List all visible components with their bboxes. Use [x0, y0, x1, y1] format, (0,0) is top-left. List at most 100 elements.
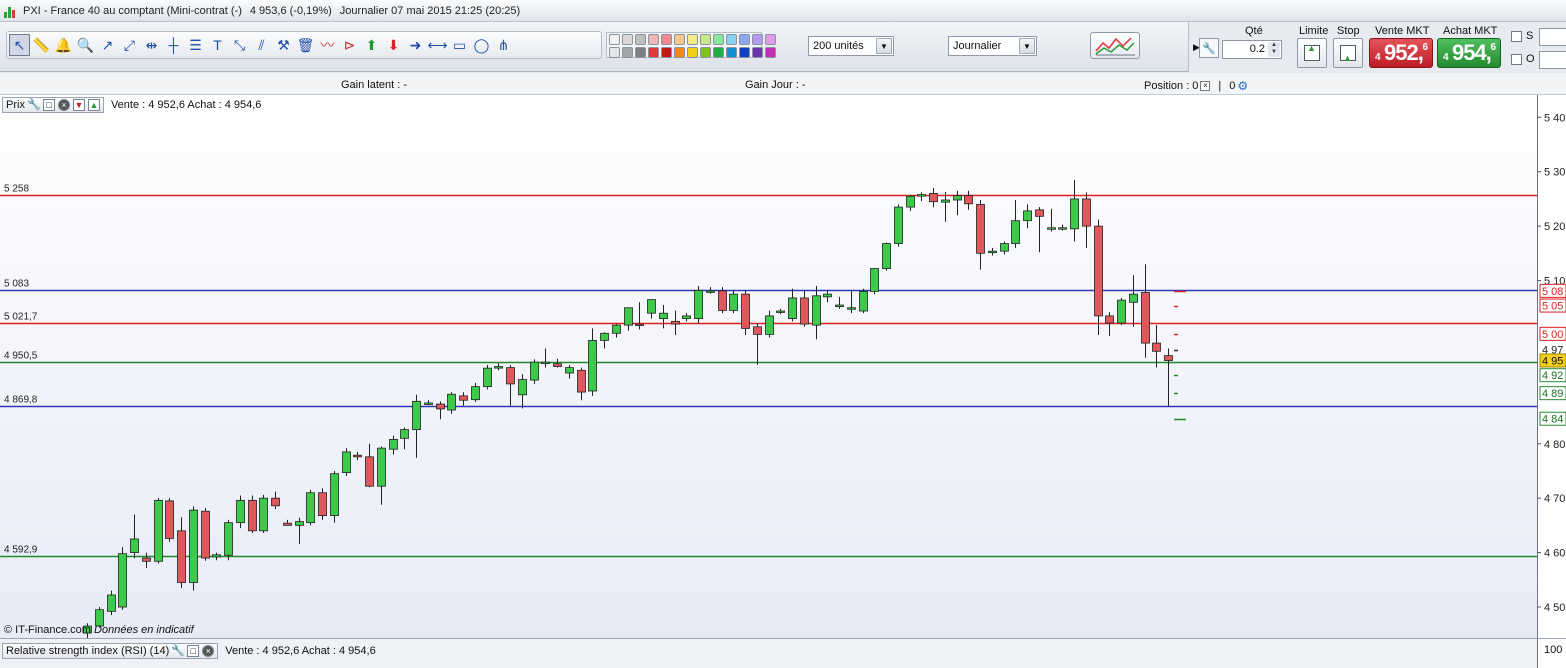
alarm-bell-icon[interactable]: 🔔	[53, 34, 74, 56]
candle-up	[765, 315, 774, 335]
color-swatch[interactable]	[648, 47, 659, 58]
axis-marker-label: 4 95	[1542, 356, 1563, 368]
close-icon[interactable]: ×	[202, 645, 215, 657]
candle-up	[424, 402, 433, 405]
trendline-icon[interactable]: ↗	[97, 34, 118, 56]
color-swatch[interactable]	[726, 34, 737, 45]
color-swatch[interactable]	[609, 34, 620, 45]
text-icon[interactable]: T	[207, 34, 228, 56]
color-swatch[interactable]	[661, 34, 672, 45]
rectangle-icon[interactable]: ▭	[449, 34, 470, 56]
o-checkbox[interactable]	[1511, 54, 1522, 65]
candle-up	[788, 297, 797, 320]
candle-down	[353, 454, 362, 458]
color-swatch[interactable]	[635, 34, 646, 45]
period-date: Journalier 07 mai 2015 21:25 (20:25)	[339, 4, 521, 17]
s-value-input[interactable]: 1	[1539, 28, 1566, 46]
gear-icon[interactable]: ⚙	[1237, 79, 1248, 93]
triangle-icon[interactable]: ⊳	[339, 34, 360, 56]
pitchfork-icon[interactable]: ⋔	[493, 34, 514, 56]
color-swatch[interactable]	[739, 47, 750, 58]
parallel-lines-icon[interactable]: ⫽	[251, 34, 272, 56]
qty-stepper[interactable]: ▲ ▼	[1268, 42, 1280, 57]
maximize-icon[interactable]: □	[187, 645, 200, 657]
arrow-up-icon[interactable]: ⬆	[361, 34, 382, 56]
channel-icon[interactable]: ⤡	[229, 34, 250, 56]
candle-down	[1082, 198, 1091, 227]
vertical-line-icon[interactable]: ┼	[163, 34, 184, 56]
candle-down	[800, 297, 809, 325]
color-swatch[interactable]	[635, 47, 646, 58]
cursor-icon[interactable]: ↖	[9, 34, 30, 56]
candle-up	[823, 293, 832, 298]
candle-down	[1152, 342, 1161, 352]
fibonacci-icon[interactable]: ☰	[185, 34, 206, 56]
color-swatch[interactable]	[752, 34, 763, 45]
color-swatch[interactable]	[752, 47, 763, 58]
color-swatch[interactable]	[713, 34, 724, 45]
color-swatch[interactable]	[687, 34, 698, 45]
color-swatch[interactable]	[713, 47, 724, 58]
chart-settings-button[interactable]	[1090, 32, 1140, 59]
trash-icon[interactable]: 🗑	[295, 34, 316, 56]
wrench-icon[interactable]: 🔧	[27, 99, 41, 111]
sell-market-button[interactable]: 4 952, 6	[1369, 38, 1433, 68]
maximize-icon[interactable]: □	[42, 99, 55, 111]
close-icon[interactable]: ×	[57, 99, 70, 111]
app-chart-icon	[4, 4, 18, 18]
color-swatch[interactable]	[609, 47, 620, 58]
color-swatch[interactable]	[700, 34, 711, 45]
arrow-down-icon[interactable]: ⬇	[383, 34, 404, 56]
period-select[interactable]: Journalier ▼	[948, 36, 1037, 56]
candle-down	[165, 500, 174, 539]
color-swatch[interactable]	[700, 47, 711, 58]
color-swatch[interactable]	[726, 47, 737, 58]
candle-up	[295, 521, 304, 526]
limit-order-button[interactable]: ▲	[1297, 38, 1327, 68]
color-swatch[interactable]	[739, 34, 750, 45]
ellipse-icon[interactable]: ◯	[471, 34, 492, 56]
range-icon[interactable]: ⟷	[427, 34, 448, 56]
color-swatch[interactable]	[622, 47, 633, 58]
candle-up	[212, 554, 221, 558]
arrow-right-icon[interactable]: ➜	[405, 34, 426, 56]
ruler-icon[interactable]: 📏	[31, 34, 52, 56]
chevron-down-icon[interactable]: ▼	[876, 38, 892, 54]
horizontal-line-icon[interactable]: ⇹	[141, 34, 162, 56]
gain-latent: Gain latent : -	[341, 79, 408, 91]
color-swatch[interactable]	[648, 34, 659, 45]
color-swatch[interactable]	[622, 34, 633, 45]
chevron-down-icon[interactable]: ▼	[1019, 38, 1035, 54]
color-swatch[interactable]	[765, 47, 776, 58]
candle-up	[1011, 220, 1020, 244]
tools-icon[interactable]: ⚒	[273, 34, 294, 56]
units-select[interactable]: 200 unités ▼	[808, 36, 894, 56]
wave-icon[interactable]: 〰	[317, 34, 338, 56]
move-down-icon[interactable]: ▼	[72, 99, 85, 111]
color-swatch[interactable]	[687, 47, 698, 58]
zoom-icon[interactable]: 🔍	[75, 34, 96, 56]
color-swatch[interactable]	[765, 34, 776, 45]
buy-market-button[interactable]: 4 954, 6	[1437, 38, 1501, 68]
color-swatch[interactable]	[674, 47, 685, 58]
candle-down	[635, 323, 644, 326]
close-position-icon[interactable]: ×	[1200, 81, 1211, 91]
wrench-icon[interactable]: 🔧	[1199, 38, 1219, 58]
chart-type-icon	[1095, 37, 1135, 56]
stop-order-button[interactable]: ▲	[1333, 38, 1363, 68]
wrench-icon[interactable]: 🔧	[171, 645, 185, 657]
candlestick-chart[interactable]: 5 405 305 205 104 804 704 604 505 2585 0…	[0, 95, 1566, 638]
color-swatch[interactable]	[674, 34, 685, 45]
price-chart[interactable]: 5 40 5 30 5 20 5 10 4 80 4 70 4 60 4 50 5 258 5 0…	[0, 95, 1566, 638]
level-label: 4 592,9	[4, 545, 38, 556]
price-panel-quote: Vente : 4 952,6 Achat : 4 954,6	[110, 99, 262, 111]
o-value-input[interactable]: 1	[1539, 51, 1566, 69]
ray-icon[interactable]: ⤢	[119, 34, 140, 56]
move-up-icon[interactable]: ▲	[87, 99, 100, 111]
qty-input[interactable]: 0.2 ▲ ▼	[1222, 40, 1282, 59]
color-swatch[interactable]	[661, 47, 672, 58]
s-checkbox[interactable]	[1511, 31, 1522, 42]
color-palette	[606, 32, 776, 58]
candle-up	[988, 250, 997, 254]
candle-down	[248, 499, 257, 532]
